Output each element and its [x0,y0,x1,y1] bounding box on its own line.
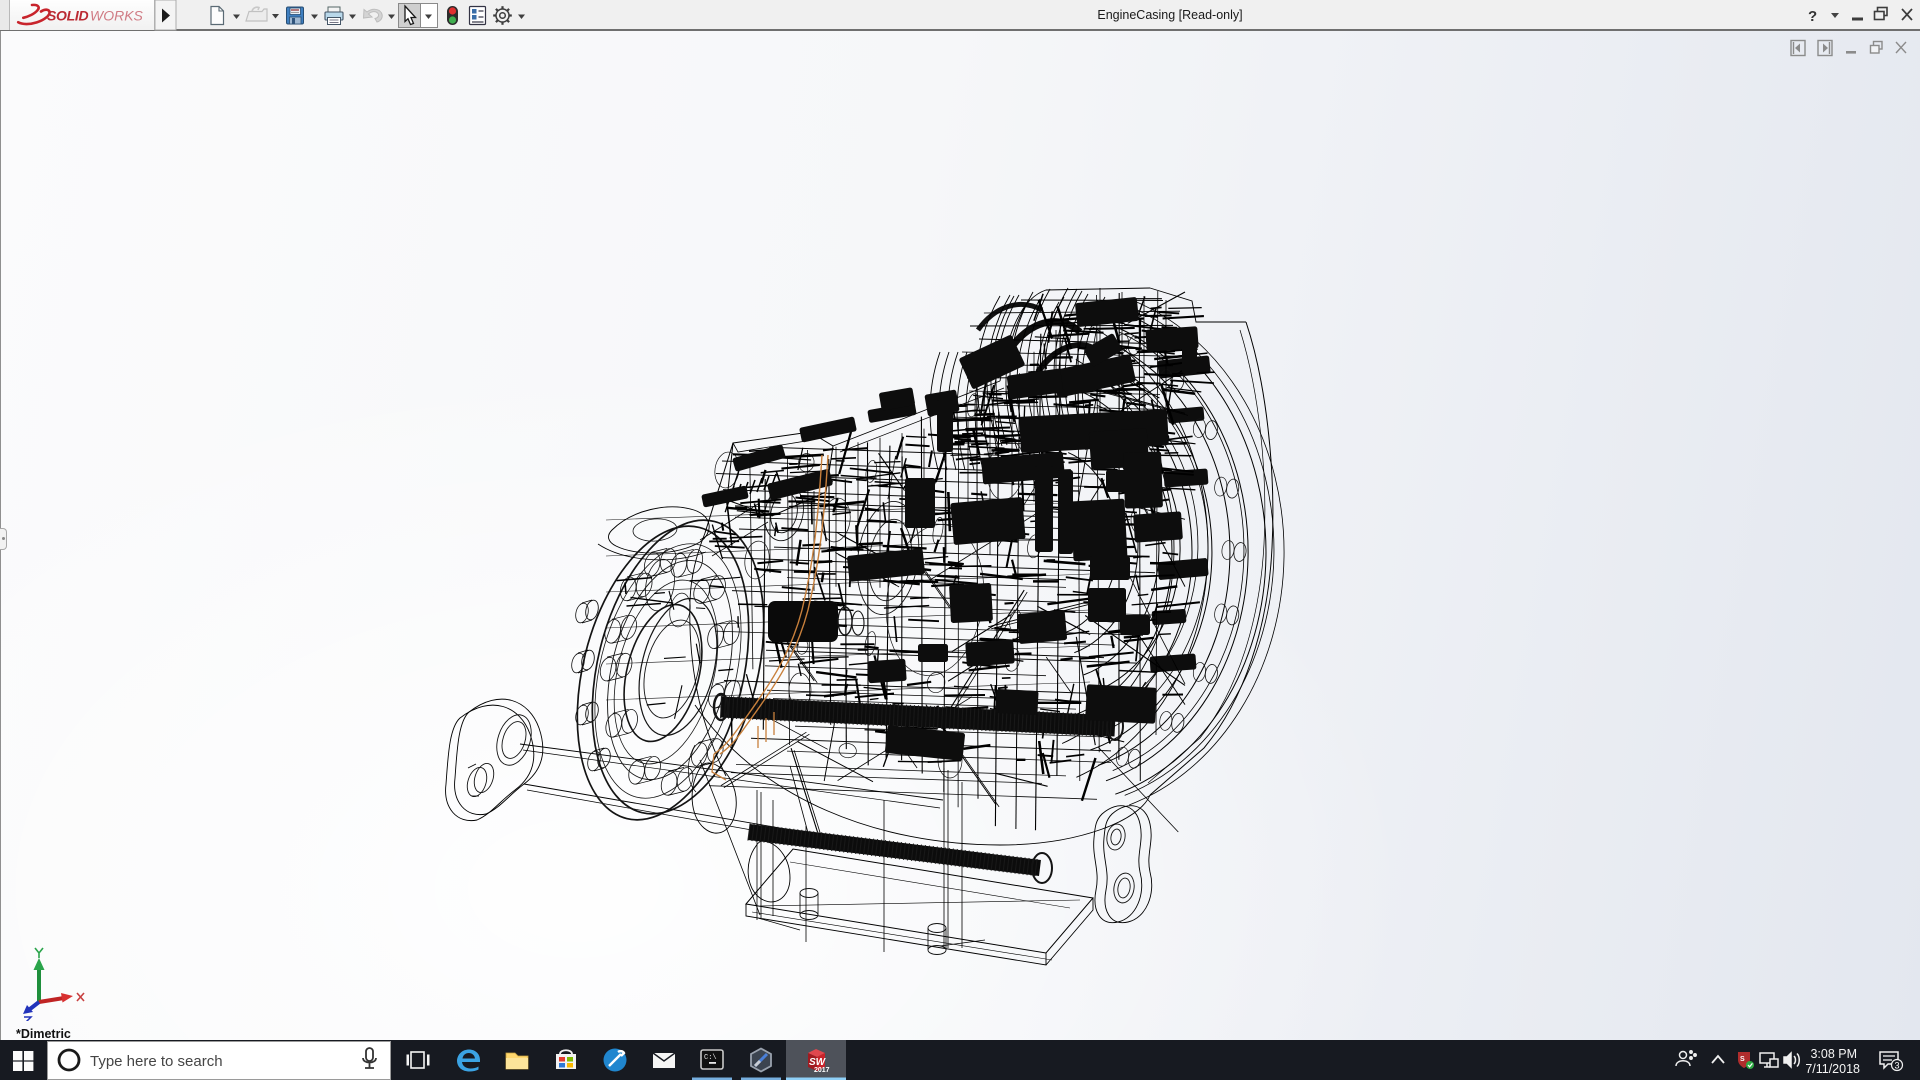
svg-text:2017: 2017 [814,1067,830,1074]
svg-text:7/11/2018: 7/11/2018 [1805,1062,1860,1076]
svg-text:S: S [1740,1056,1745,1063]
svg-text:C:\: C:\ [704,1054,717,1062]
svg-text:?: ? [1808,8,1817,25]
svg-text:SOLID: SOLID [47,8,88,24]
svg-text:3: 3 [1894,1061,1899,1071]
svg-text:WORKS: WORKS [90,8,144,24]
svg-text:3:08 PM: 3:08 PM [1810,1047,1857,1061]
svg-text:Type here to search: Type here to search [90,1053,223,1070]
